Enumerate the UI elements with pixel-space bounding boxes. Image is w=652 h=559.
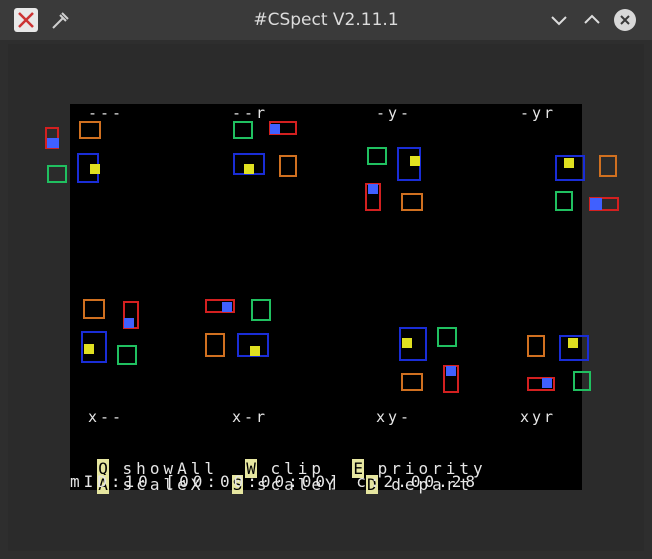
sprite-blue-block [222,302,232,312]
sprite-group-top-2 [233,121,297,177]
sprite-green [573,371,591,391]
sprite-yellow [564,158,574,168]
sprite-green [47,165,67,183]
sprite-yellow [250,346,260,356]
sprite-blue-block [270,124,280,134]
sprite-blue-block [590,198,602,210]
sprite-orange [401,193,423,211]
sprite-group-bottom-4 [527,335,591,391]
sprite-blue-block [47,138,59,148]
sprite-yellow [244,164,254,174]
sprite-green [437,327,457,347]
sprite-blue-block [368,184,378,194]
sprite-orange [205,333,225,357]
sprite-group-bottom-3 [399,327,459,393]
sprite-yellow [568,338,578,348]
sprite-orange [599,155,617,177]
sprite-green [233,121,253,139]
sprite-group-top-4 [555,155,619,211]
sprite-group-bottom-1 [81,299,139,365]
sprite-group-top-left [45,121,101,183]
sprite-orange [401,373,423,391]
sprite-yellow [402,338,412,348]
sprite-blue-block [124,318,134,328]
sprite-blue-block [542,378,552,388]
sprite-orange [79,121,101,139]
sprite-green [555,191,573,211]
sprite-yellow [90,164,100,174]
sprite-yellow [410,156,420,166]
sprite-green [367,147,387,165]
sprite-blue-block [446,366,456,376]
sprite-orange [527,335,545,357]
sprite-layer [45,121,619,393]
sprite-group-top-3 [365,147,423,211]
sprite-orange [83,299,105,319]
sprite-green [117,345,137,365]
sprite-yellow [84,344,94,354]
sprite-green [251,299,271,321]
sprite-orange [279,155,297,177]
sprite-group-bottom-2 [205,299,271,357]
